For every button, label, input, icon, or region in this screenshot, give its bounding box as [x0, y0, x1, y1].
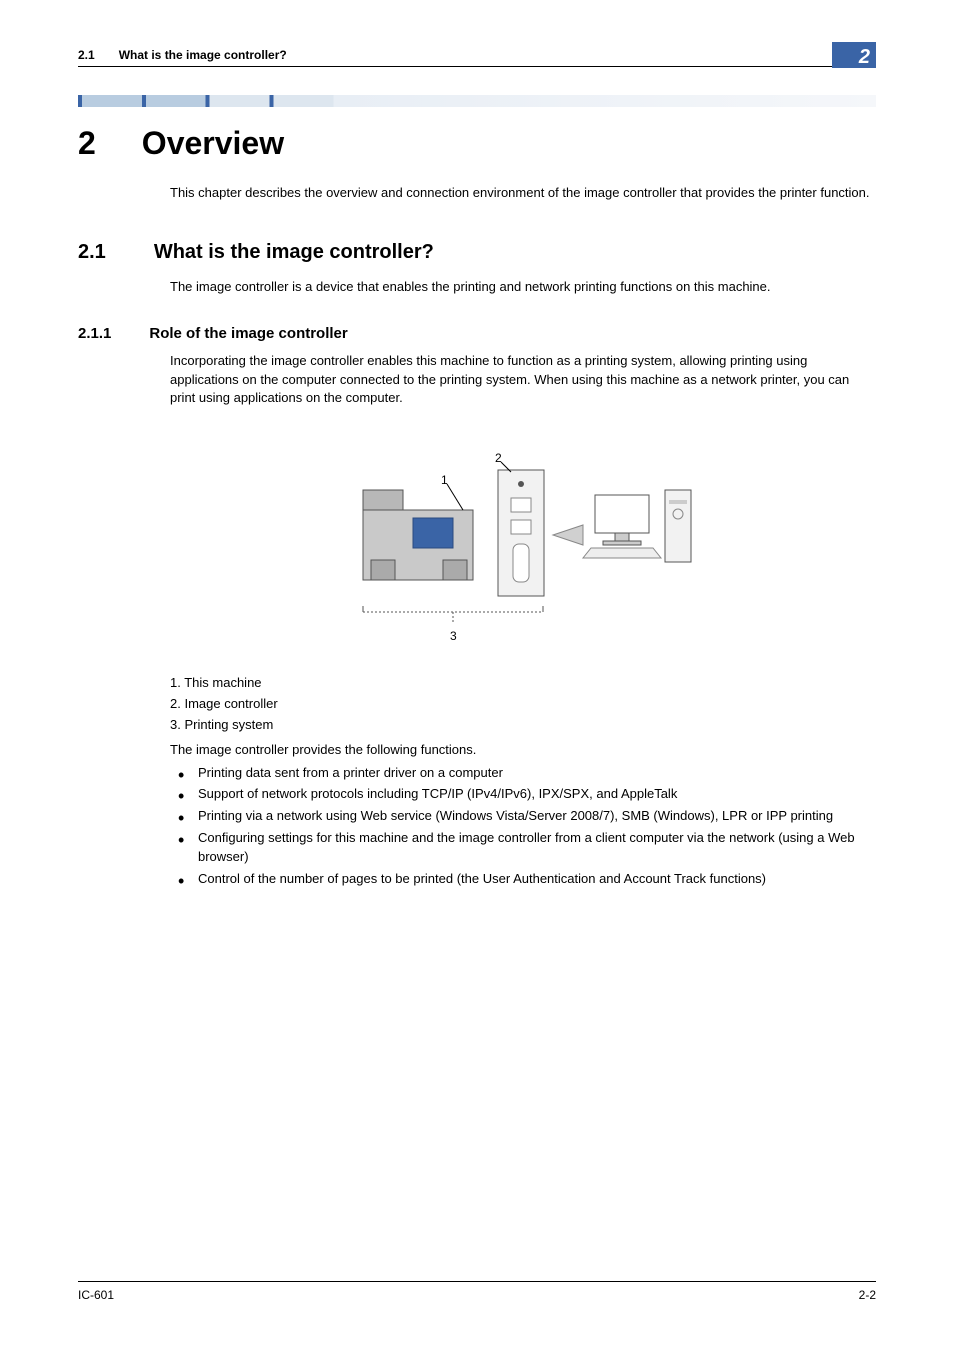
footer-model: IC-601 — [78, 1288, 114, 1302]
chapter-intro: This chapter describes the overview and … — [170, 184, 876, 203]
bracket-icon — [363, 606, 543, 624]
header-section-title: What is the image controller? — [119, 48, 287, 62]
subsection-number: 2.1.1 — [78, 325, 111, 342]
section-text: The image controller is a device that en… — [170, 278, 876, 297]
running-header: 2.1 What is the image controller? 2 — [78, 42, 876, 67]
diagram-label-1: 1 — [441, 473, 448, 487]
image-controller-icon — [498, 470, 544, 596]
list-item: Control of the number of pages to be pri… — [170, 870, 876, 889]
functions-list: Printing data sent from a printer driver… — [170, 764, 876, 889]
list-item: Printing via a network using Web service… — [170, 807, 876, 826]
system-diagram: 1 2 3 — [343, 440, 703, 660]
decorative-bar — [78, 95, 876, 107]
legend-item-1: 1. This machine — [170, 674, 876, 693]
chapter-number: 2 — [78, 125, 96, 162]
diagram-label-3: 3 — [450, 629, 457, 643]
chapter-badge: 2 — [832, 42, 876, 68]
legend-item-2: 2. Image controller — [170, 695, 876, 714]
pc-tower-icon — [665, 490, 691, 562]
subsection-title: Role of the image controller — [149, 325, 347, 342]
list-item: Support of network protocols including T… — [170, 785, 876, 804]
section-title: What is the image controller? — [154, 241, 434, 264]
diagram-legend: 1. This machine 2. Image controller 3. P… — [170, 674, 876, 888]
page-footer: IC-601 2-2 — [78, 1281, 876, 1302]
footer-page: 2-2 — [859, 1288, 876, 1302]
chapter-heading: 2 Overview — [78, 125, 876, 162]
diagram-container: 1 2 3 — [170, 440, 876, 660]
list-item: Printing data sent from a printer driver… — [170, 764, 876, 783]
legend-item-3: 3. Printing system — [170, 716, 876, 735]
monitor-icon — [595, 495, 649, 545]
diagram-label-2: 2 — [495, 451, 502, 465]
functions-intro: The image controller provides the follow… — [170, 741, 876, 760]
subsection-heading: 2.1.1 Role of the image controller — [78, 325, 876, 342]
list-item: Configuring settings for this machine an… — [170, 829, 876, 867]
keyboard-icon — [583, 548, 661, 558]
section-number: 2.1 — [78, 241, 106, 264]
section-heading: 2.1 What is the image controller? — [78, 241, 876, 264]
header-section-number: 2.1 — [78, 48, 95, 62]
subsection-text: Incorporating the image controller enabl… — [170, 352, 876, 409]
this-machine-icon — [363, 490, 473, 580]
chapter-title: Overview — [142, 125, 284, 162]
arrow-icon — [553, 525, 583, 545]
